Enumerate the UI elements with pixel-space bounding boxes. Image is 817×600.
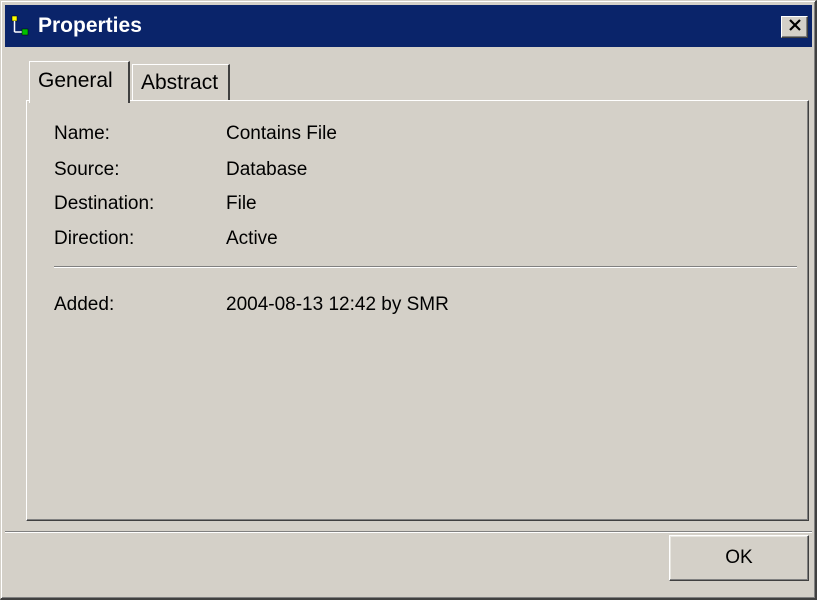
added-label: Added: (54, 294, 115, 315)
window-title: Properties (38, 14, 142, 37)
close-button[interactable] (781, 16, 808, 38)
close-icon (788, 18, 802, 37)
destination-label: Destination: (54, 193, 155, 214)
source-value: Database (226, 159, 308, 180)
general-panel: Name: Contains File Source: Database Des… (26, 100, 809, 521)
source-label: Source: (54, 159, 120, 180)
properties-tree-icon (11, 15, 33, 37)
added-value: 2004-08-13 12:42 by SMR (226, 294, 449, 315)
properties-dialog: Properties General Abstract Name: Contai… (0, 0, 817, 600)
tab-abstract[interactable]: Abstract (132, 64, 230, 100)
ok-button[interactable]: OK (669, 535, 809, 581)
destination-value: File (226, 193, 257, 214)
direction-label: Direction: (54, 228, 135, 249)
separator (54, 266, 797, 268)
direction-value: Active (226, 228, 278, 249)
title-bar[interactable]: Properties (5, 5, 812, 47)
tab-general[interactable]: General (29, 61, 130, 103)
name-value: Contains File (226, 123, 337, 144)
name-label: Name: (54, 123, 110, 144)
footer-divider (5, 531, 812, 533)
